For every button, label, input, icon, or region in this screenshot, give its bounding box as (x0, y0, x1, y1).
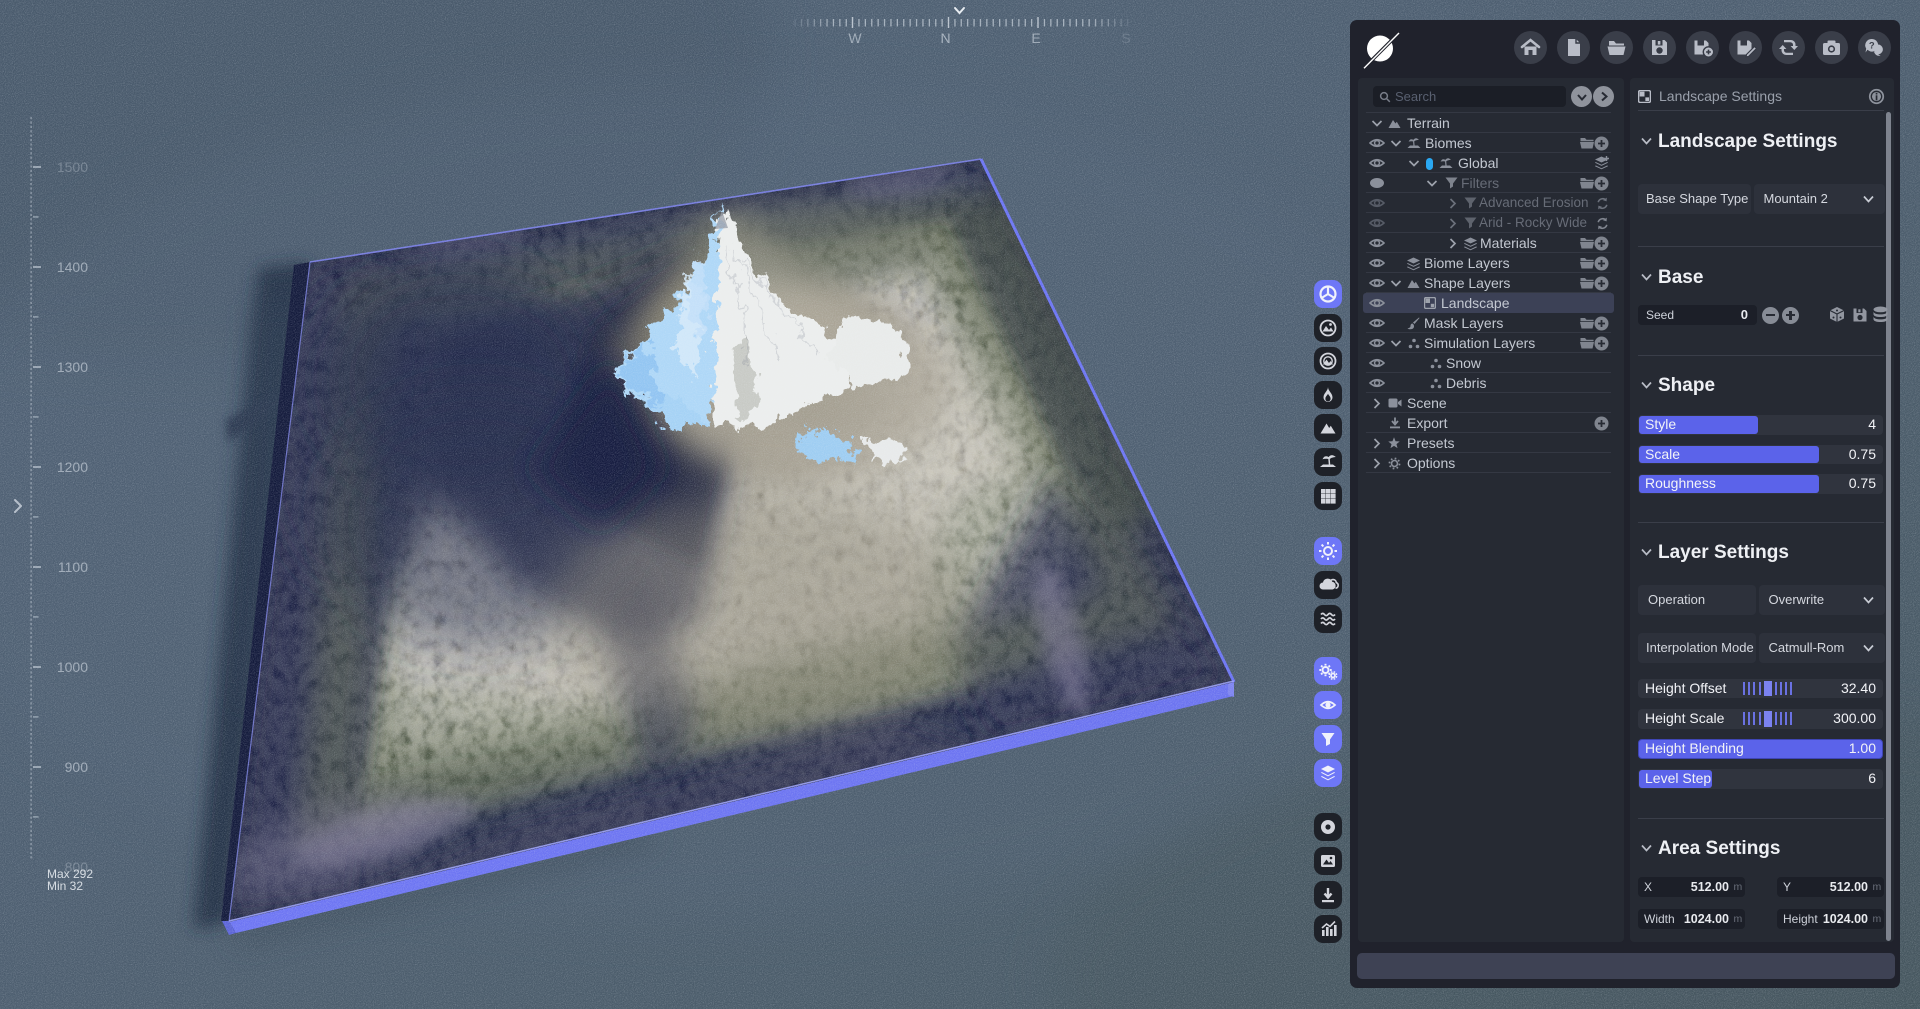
svg-text:1000: 1000 (57, 659, 88, 675)
svg-text:Min 32: Min 32 (47, 879, 83, 893)
svg-text:1200: 1200 (57, 459, 88, 475)
svg-text:S: S (1121, 30, 1130, 46)
svg-text:1100: 1100 (58, 559, 88, 575)
svg-text:W: W (848, 30, 862, 46)
svg-text:1500: 1500 (57, 159, 88, 175)
svg-text:1400: 1400 (57, 259, 88, 275)
svg-text:?: ? (1869, 41, 1875, 52)
svg-text:1300: 1300 (57, 359, 88, 375)
svg-text:900: 900 (65, 759, 89, 775)
svg-text:E: E (1031, 30, 1040, 46)
svg-text:N: N (941, 30, 951, 46)
